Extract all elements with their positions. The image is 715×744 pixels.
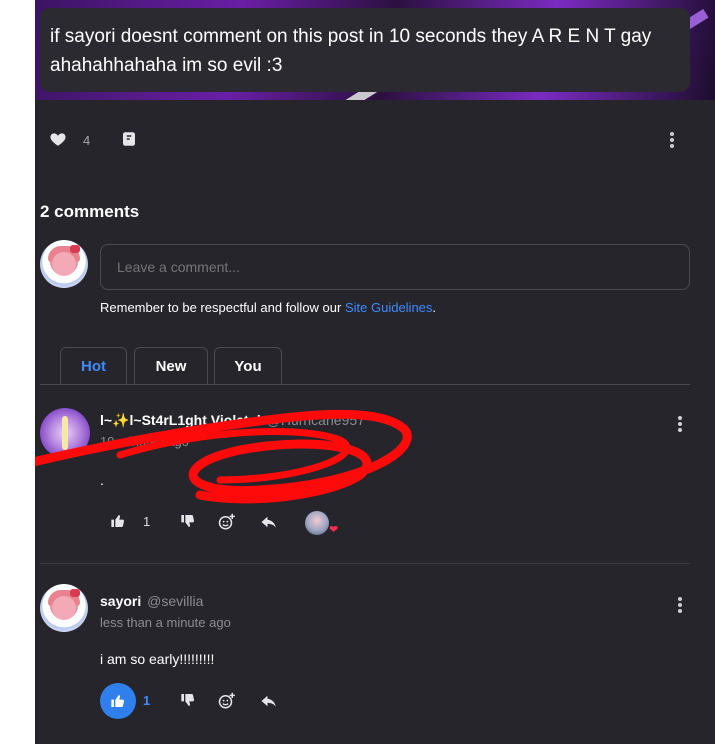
comments-count-title: 2 comments (40, 202, 140, 221)
heart-icon: ❤ (329, 524, 339, 536)
guidelines-text: Remember to be respectful and follow our (100, 300, 345, 315)
reply-arrow-icon[interactable] (260, 504, 278, 540)
thumbs-up-icon[interactable] (110, 504, 126, 540)
guidelines-note: Remember to be respectful and follow our… (100, 300, 436, 315)
thumbs-up-icon[interactable] (100, 683, 136, 719)
add-reaction-icon[interactable] (218, 683, 236, 719)
post-image[interactable]: if sayori doesnt comment on this post in… (35, 0, 715, 100)
post-panel: if sayori doesnt comment on this post in… (35, 0, 715, 744)
post-caption: if sayori doesnt comment on this post in… (40, 8, 690, 92)
comment-text: i am so early!!!!!!!!! (100, 651, 215, 667)
author-handle[interactable]: @sevillia (147, 593, 203, 609)
comment-text: . (100, 472, 104, 488)
thumbs-down-icon[interactable] (180, 504, 196, 540)
more-vertical-icon[interactable] (677, 597, 683, 617)
commenter-avatar[interactable] (40, 408, 90, 458)
tab-you[interactable]: You (214, 347, 282, 385)
post-action-bar: 4 (35, 128, 715, 154)
tabs-divider (40, 384, 690, 385)
author-name[interactable]: sayori (100, 593, 141, 609)
comment-time: less than a minute ago (100, 615, 231, 630)
comment-divider (40, 563, 690, 564)
comment-input[interactable] (100, 244, 690, 290)
reaction-avatar[interactable] (305, 511, 329, 535)
commenter-avatar[interactable] (40, 584, 88, 632)
flag-hand-icon[interactable] (120, 130, 140, 150)
reply-arrow-icon[interactable] (260, 683, 278, 719)
post-like-count: 4 (83, 133, 91, 148)
comment-time: 19 minutes ago (100, 434, 189, 449)
more-vertical-icon[interactable] (677, 416, 683, 436)
thumbs-down-icon[interactable] (180, 683, 196, 719)
author-name[interactable]: l~✨l~St4rL1ght Violet~l (100, 412, 261, 428)
comment-author[interactable]: l~✨l~St4rL1ght Violet~l @Hurricane957 (100, 412, 365, 429)
heart-icon[interactable] (49, 130, 69, 150)
tab-hot[interactable]: Hot (60, 347, 127, 385)
current-user-avatar (40, 240, 88, 288)
guidelines-period: . (432, 300, 437, 315)
author-handle[interactable]: @Hurricane957 (267, 412, 365, 428)
comment-author[interactable]: sayori @sevillia (100, 593, 203, 609)
comment-like-count: 1 (143, 514, 151, 529)
site-guidelines-link[interactable]: Site Guidelines (345, 300, 432, 315)
tab-new[interactable]: New (134, 347, 208, 385)
add-reaction-icon[interactable] (218, 504, 236, 540)
comment-like-count: 1 (143, 693, 151, 708)
more-vertical-icon[interactable] (669, 132, 675, 152)
